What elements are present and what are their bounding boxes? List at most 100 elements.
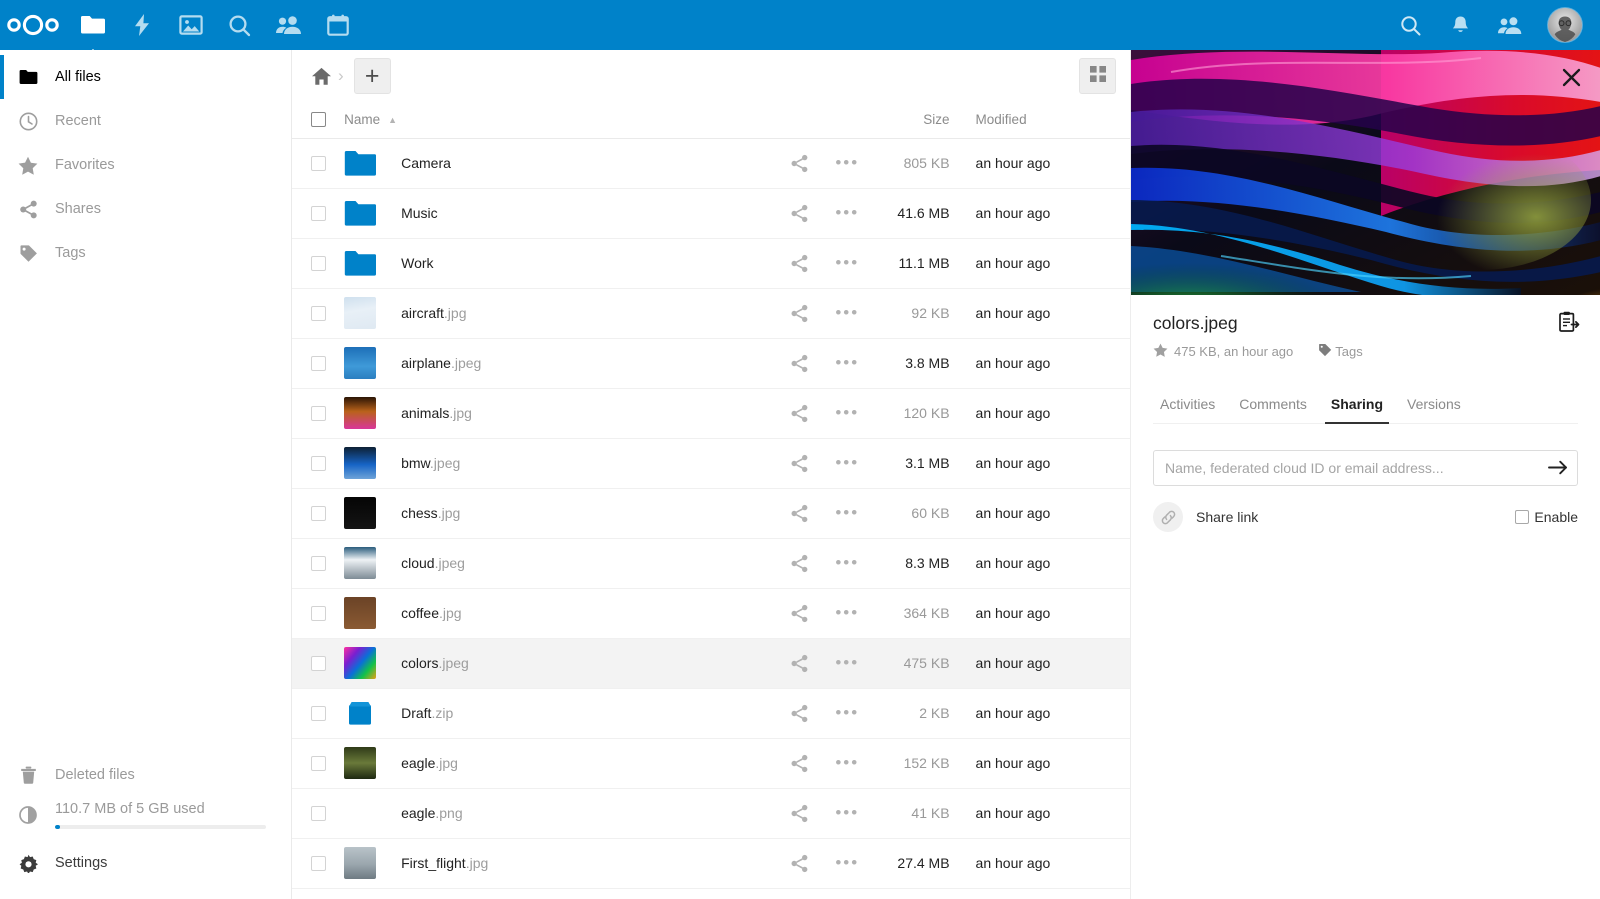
app-nav-activity[interactable] (117, 0, 166, 50)
table-row[interactable]: cloud.jpeg ••• 8.3 MB an hour ago (292, 538, 1130, 589)
share-action-cell[interactable] (775, 138, 824, 189)
home-icon[interactable] (304, 59, 338, 93)
file-name-cell[interactable]: cloud.jpeg (344, 538, 776, 589)
share-action-cell[interactable] (775, 488, 824, 539)
file-name-cell[interactable]: coffee.jpg (344, 588, 776, 639)
share-action-cell[interactable] (775, 688, 824, 739)
file-name-cell[interactable]: animals.jpg (344, 388, 776, 439)
table-row[interactable]: eagle.png ••• 41 KB an hour ago (292, 788, 1130, 839)
file-name-cell[interactable]: colors.jpeg (344, 638, 776, 689)
file-name-cell[interactable]: bmw.jpeg (344, 438, 776, 489)
more-actions-icon[interactable]: ••• (835, 553, 859, 572)
row-checkbox[interactable] (311, 555, 326, 571)
file-name-cell[interactable]: Camera (344, 138, 776, 189)
tab-comments[interactable]: Comments (1227, 396, 1319, 423)
file-name-cell[interactable]: First_flight.jpg (344, 838, 776, 889)
more-actions-cell[interactable]: ••• (823, 188, 872, 239)
table-row[interactable]: colors.jpeg ••• 475 KB an hour ago (292, 638, 1130, 689)
enable-checkbox[interactable] (1515, 510, 1530, 524)
more-actions-cell[interactable]: ••• (823, 438, 872, 489)
grid-view-toggle-button[interactable] (1079, 58, 1116, 94)
row-checkbox[interactable] (311, 605, 326, 621)
nextcloud-logo[interactable] (0, 0, 68, 50)
arrow-right-icon[interactable] (1548, 458, 1568, 482)
share-icon[interactable] (790, 554, 809, 572)
share-action-cell[interactable] (775, 288, 824, 339)
share-icon[interactable] (790, 354, 809, 372)
row-checkbox[interactable] (311, 355, 326, 371)
table-row[interactable]: chess.jpg ••• 60 KB an hour ago (292, 488, 1130, 539)
more-actions-cell[interactable]: ••• (823, 388, 872, 439)
app-nav-photos[interactable] (166, 0, 215, 50)
more-actions-icon[interactable]: ••• (835, 703, 859, 722)
app-nav-files[interactable] (68, 0, 117, 50)
sidebar-item-favorites[interactable]: Favorites (0, 143, 291, 187)
row-checkbox[interactable] (311, 855, 326, 871)
share-action-cell[interactable] (775, 588, 824, 639)
table-row[interactable]: Camera ••• 805 KB an hour ago (292, 138, 1130, 189)
sidebar-item-shares[interactable]: Shares (0, 187, 291, 231)
row-checkbox[interactable] (311, 805, 326, 821)
more-actions-cell[interactable]: ••• (823, 688, 872, 739)
table-row[interactable]: eagle.jpg ••• 152 KB an hour ago (292, 738, 1130, 789)
table-row[interactable]: aircraft.jpg ••• 92 KB an hour ago (292, 288, 1130, 339)
more-actions-icon[interactable]: ••• (835, 603, 859, 622)
move-copy-icon[interactable] (1559, 311, 1580, 338)
row-checkbox[interactable] (311, 505, 326, 521)
row-checkbox[interactable] (311, 705, 326, 721)
share-action-cell[interactable] (775, 238, 824, 289)
tab-activities[interactable]: Activities (1153, 396, 1227, 423)
row-checkbox[interactable] (311, 755, 326, 771)
more-actions-cell[interactable]: ••• (823, 238, 872, 289)
more-actions-cell[interactable]: ••• (823, 638, 872, 689)
close-icon[interactable] (1556, 62, 1586, 92)
more-actions-cell[interactable]: ••• (823, 838, 872, 889)
file-name-cell[interactable]: aircraft.jpg (344, 288, 776, 339)
more-actions-icon[interactable]: ••• (835, 403, 859, 422)
more-actions-cell[interactable]: ••• (823, 288, 872, 339)
more-actions-cell[interactable]: ••• (823, 588, 872, 639)
share-icon[interactable] (790, 604, 809, 622)
file-name-cell[interactable]: eagle.png (344, 788, 776, 839)
search-icon[interactable] (1385, 0, 1435, 50)
share-icon[interactable] (790, 654, 809, 672)
share-icon[interactable] (790, 254, 809, 272)
share-action-cell[interactable] (775, 388, 824, 439)
more-actions-icon[interactable]: ••• (835, 803, 859, 822)
share-icon[interactable] (790, 154, 809, 172)
file-name-cell[interactable]: eagle.jpg (344, 738, 776, 789)
sidebar-item-deleted-files[interactable]: Deleted files (0, 753, 292, 797)
more-actions-icon[interactable]: ••• (835, 453, 859, 472)
file-name-cell[interactable]: chess.jpg (344, 488, 776, 539)
quota-indicator[interactable]: 110.7 MB of 5 GB used (0, 797, 292, 841)
share-icon[interactable] (790, 304, 809, 322)
file-name-cell[interactable]: Work (344, 238, 776, 289)
more-actions-icon[interactable]: ••• (835, 653, 859, 672)
app-nav-contacts[interactable] (264, 0, 313, 50)
share-action-cell[interactable] (775, 538, 824, 589)
select-all-checkbox[interactable] (311, 112, 326, 128)
share-icon[interactable] (790, 754, 809, 772)
table-row[interactable]: Work ••• 11.1 MB an hour ago (292, 238, 1130, 289)
more-actions-icon[interactable]: ••• (835, 153, 859, 172)
user-avatar[interactable] (1548, 8, 1582, 42)
column-header-size[interactable]: Size (871, 102, 962, 139)
star-icon[interactable] (1153, 343, 1168, 360)
share-action-cell[interactable] (775, 788, 824, 839)
more-actions-icon[interactable]: ••• (835, 203, 859, 222)
share-recipient-input[interactable] (1153, 450, 1578, 486)
share-icon[interactable] (790, 504, 809, 522)
row-checkbox[interactable] (311, 405, 326, 421)
more-actions-cell[interactable]: ••• (823, 338, 872, 389)
tab-versions[interactable]: Versions (1395, 396, 1473, 423)
file-name-cell[interactable]: Music (344, 188, 776, 239)
more-actions-icon[interactable]: ••• (835, 753, 859, 772)
table-row[interactable]: bmw.jpeg ••• 3.1 MB an hour ago (292, 438, 1130, 489)
row-checkbox[interactable] (311, 205, 326, 221)
share-icon[interactable] (790, 404, 809, 422)
tab-sharing[interactable]: Sharing (1319, 396, 1395, 424)
table-row[interactable]: Music ••• 41.6 MB an hour ago (292, 188, 1130, 239)
share-action-cell[interactable] (775, 188, 824, 239)
table-row[interactable]: First_flight.jpg ••• 27.4 MB an hour ago (292, 838, 1130, 889)
more-actions-cell[interactable]: ••• (823, 788, 872, 839)
